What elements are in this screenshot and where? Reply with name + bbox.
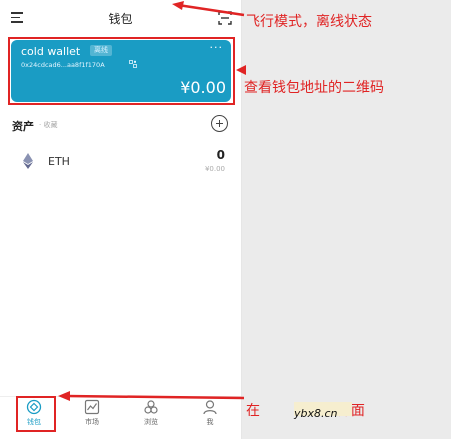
- nav-item-market[interactable]: 市场: [72, 399, 112, 427]
- eth-icon: [23, 153, 33, 169]
- nav-item-browse[interactable]: 浏览: [131, 399, 171, 427]
- nav-label: 钱包: [27, 418, 41, 426]
- chart-icon: [84, 399, 100, 415]
- phone-screen: 钱包 cold wallet 离线 ··· 0x24cdcad6...aa8f1…: [0, 0, 242, 439]
- token-symbol[interactable]: ETH: [48, 155, 70, 168]
- top-bar: 钱包: [0, 0, 241, 36]
- nav-label: 我: [206, 418, 214, 426]
- wallet-address[interactable]: 0x24cdcad6...aa8f1f170A: [21, 61, 105, 69]
- nav-item-me[interactable]: 我: [190, 399, 230, 427]
- favorites-tab[interactable]: · 收藏: [39, 120, 57, 130]
- watermark: ybx8.cn: [294, 402, 352, 420]
- nav-label: 市场: [85, 418, 99, 426]
- user-icon: [203, 400, 217, 415]
- qrcode-icon[interactable]: [129, 60, 137, 68]
- nav-item-wallet[interactable]: 钱包: [14, 399, 54, 427]
- wallet-name: cold wallet: [21, 45, 81, 58]
- annotation-qrcode: 查看钱包地址的二维码: [244, 80, 384, 96]
- assets-title: 资产: [12, 120, 34, 133]
- more-button[interactable]: ···: [210, 41, 224, 54]
- annotation-prefix: 在: [246, 403, 260, 419]
- background-panel: [241, 0, 451, 439]
- scan-icon[interactable]: [218, 11, 232, 25]
- add-token-button[interactable]: [211, 115, 228, 132]
- token-fiat-value: ¥0.00: [204, 165, 225, 173]
- wallet-card[interactable]: cold wallet 离线 ··· 0x24cdcad6...aa8f1f17…: [11, 40, 231, 102]
- page-title: 钱包: [108, 12, 133, 26]
- wallet-icon: [26, 399, 42, 415]
- bottom-nav: 钱包 市场 浏览 我: [0, 396, 241, 440]
- nav-label: 浏览: [144, 418, 158, 426]
- token-amount: 0: [216, 148, 225, 162]
- offline-badge: 离线: [90, 45, 112, 56]
- watermark-text: ybx8.cn: [294, 407, 338, 420]
- wallet-balance: ¥0.00: [180, 78, 226, 97]
- browse-icon: [144, 400, 158, 414]
- annotation-offline: 飞行模式，离线状态: [246, 14, 372, 30]
